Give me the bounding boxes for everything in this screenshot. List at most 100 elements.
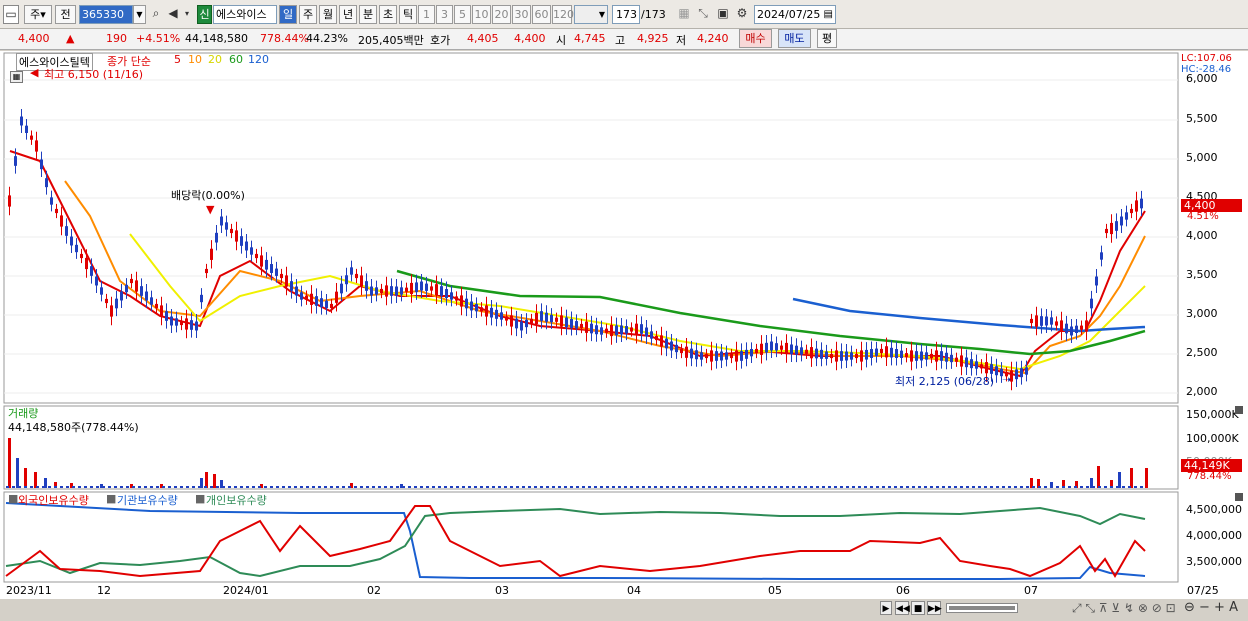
volume-bar [60, 486, 63, 488]
candle-body [430, 286, 433, 291]
save-icon[interactable]: ▣ [715, 5, 731, 24]
minute-5[interactable]: 5 [454, 5, 471, 24]
minute-30[interactable]: 30 [512, 5, 531, 24]
candle-body [585, 321, 588, 333]
period-day[interactable]: 일 [279, 5, 297, 24]
volume-bar [660, 486, 663, 488]
low-note: 최저 2,125 (06/28) [895, 375, 995, 388]
volume-bar [1068, 486, 1071, 488]
table-toggle-icon[interactable]: ▦ [10, 71, 23, 83]
volume-bar [912, 486, 915, 488]
minute-20[interactable]: 20 [492, 5, 511, 24]
sell-button[interactable]: 매도 [778, 29, 811, 48]
low-arrow-icon: ➝ [1002, 373, 1012, 386]
candle-body [1040, 316, 1043, 326]
scroll-thumb[interactable] [949, 606, 1015, 610]
volume-bar [120, 486, 123, 488]
minute-10[interactable]: 10 [472, 5, 491, 24]
minute-120[interactable]: 120 [552, 5, 574, 24]
volume-bar [750, 486, 753, 488]
volume-bar [690, 486, 693, 488]
stop-icon[interactable]: ■ [911, 601, 925, 615]
period-month[interactable]: 월 [319, 5, 337, 24]
zoom-icons[interactable]: ⊖ − + A [1184, 600, 1238, 615]
custom-minute-select[interactable]: ▼ [574, 5, 608, 24]
scroll-right-icon[interactable]: ▶ [880, 601, 892, 615]
avg-button[interactable]: 평 [817, 29, 837, 48]
market-select[interactable]: 주▾ [24, 5, 52, 24]
volume-bar [642, 486, 645, 488]
candle-body [950, 354, 953, 363]
candle-body [725, 352, 728, 360]
candle-body [645, 327, 648, 337]
volume-bar [756, 486, 759, 488]
holding-close-icon[interactable] [1235, 493, 1243, 501]
candle-body [935, 350, 938, 362]
x-label-05: 05 [768, 584, 782, 597]
speaker-icon[interactable]: ◀ [166, 5, 180, 24]
fast-forward-icon[interactable]: ▶▶ [927, 601, 942, 615]
candle-body [300, 292, 303, 300]
volume-bar [762, 486, 765, 488]
volume-bar [78, 486, 81, 488]
count-total: /173 [641, 8, 666, 21]
minute-60[interactable]: 60 [532, 5, 551, 24]
volume-bar [30, 486, 33, 488]
prev-button[interactable]: 전 [55, 5, 76, 24]
candle-body [415, 282, 418, 293]
low-label: 저 [676, 34, 687, 47]
candle-body [805, 349, 808, 354]
open-price: 4,745 [574, 32, 606, 45]
candle-body [365, 281, 368, 291]
volume-bar [684, 486, 687, 488]
candle-body [230, 228, 233, 234]
crosshair-icon[interactable]: ⤡ [695, 5, 711, 24]
candle-body [14, 156, 17, 166]
grid-icon[interactable]: ▦ [676, 5, 692, 24]
period-second[interactable]: 초 [379, 5, 397, 24]
candle-body [325, 300, 328, 308]
rewind-icon[interactable]: ◀◀ [895, 601, 910, 615]
buy-button[interactable]: 매수 [739, 29, 772, 48]
turnover-rate: 44.23% [306, 32, 348, 45]
count-input[interactable]: 173 [612, 5, 640, 24]
period-year[interactable]: 년 [339, 5, 357, 24]
scroll-track[interactable] [946, 603, 1018, 613]
search-icon[interactable]: ⌕ [149, 5, 163, 24]
candle-body [120, 291, 123, 301]
candle-body [825, 351, 828, 359]
candle-body [635, 323, 638, 335]
volume-bar [990, 486, 993, 488]
minute-3[interactable]: 3 [436, 5, 453, 24]
speaker-dropdown-icon[interactable]: ▾ [181, 5, 193, 24]
candle-body [1015, 369, 1018, 380]
candle-body [955, 357, 958, 362]
candle-body [8, 195, 11, 207]
window-icon[interactable]: ▭ [3, 5, 19, 24]
high-label: 고 [615, 34, 626, 47]
price-chart[interactable] [0, 51, 1248, 621]
y-tick-4000: 4,000 [1186, 229, 1218, 242]
minute-1[interactable]: 1 [418, 5, 435, 24]
volume-bar [318, 486, 321, 488]
volume-bar [54, 486, 57, 488]
volume-bar [894, 486, 897, 488]
quote-bar: 4,400 ▲ 190 +4.51% 44,148,580 778.44% 44… [0, 29, 1248, 50]
candle-body [535, 312, 538, 325]
period-tick[interactable]: 틱 [399, 5, 417, 24]
period-week[interactable]: 주 [299, 5, 317, 24]
volume-bar [66, 486, 69, 488]
candle-body [20, 116, 23, 126]
volume-close-icon[interactable] [1235, 406, 1243, 414]
stock-code-input[interactable]: 365330 [79, 5, 133, 24]
date-input[interactable]: 2024/07/25 ▤ [754, 5, 836, 24]
calendar-icon[interactable]: ▤ [824, 6, 833, 23]
stock-name-field[interactable]: 에스와이스 [213, 5, 277, 24]
candle-body [1085, 320, 1088, 332]
gear-icon[interactable]: ⚙ [734, 5, 750, 24]
period-minute[interactable]: 분 [359, 5, 377, 24]
tool-icons[interactable]: ⤢ ⤡ ⊼ ⊻ ↯ ⊗ ⊘ ⊡ [1072, 601, 1176, 616]
code-dropdown[interactable]: ▼ [133, 5, 146, 24]
candle-body [1065, 323, 1068, 334]
volume-bar [1056, 486, 1059, 488]
